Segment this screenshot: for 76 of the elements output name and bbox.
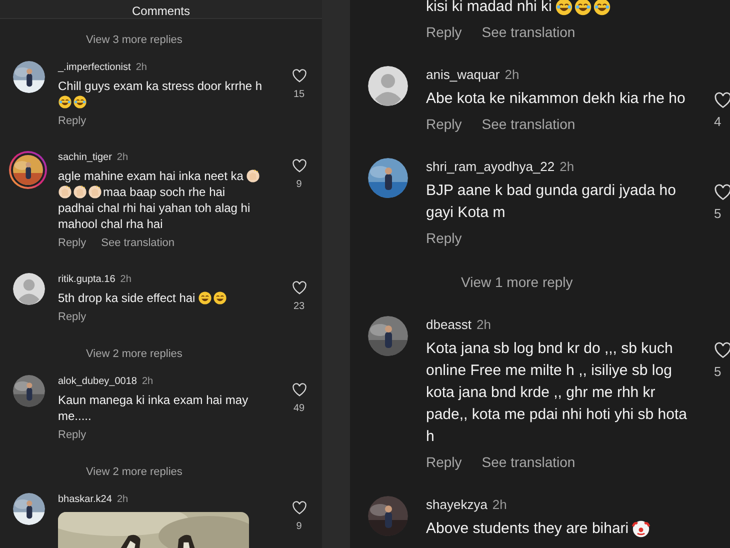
comment-text: BJP aane k bad gunda gardi jyada ho gayi Kota m <box>426 181 677 223</box>
view-replies-link[interactable]: View 2 more replies <box>86 465 182 479</box>
comment-text: Kota jana sb log bnd kr do ,,, sb kuch online Free me milte h ,, isiliye sb log kota jana bnd krde ,, ghr me rhh kr pade,, kota me pdai nhi hoti yhi sb hota h <box>426 339 687 447</box>
timestamp: 2h <box>136 61 147 75</box>
like-count: 4 <box>714 114 722 130</box>
heart-icon[interactable] <box>714 342 730 359</box>
comment-text: Kaun manega ki inka exam hai may me..... <box>58 392 250 424</box>
heart-icon[interactable] <box>292 69 306 83</box>
view-replies-link[interactable]: View 3 more replies <box>86 33 182 47</box>
translation-link[interactable]: See translation <box>101 236 175 250</box>
timestamp: 2h <box>116 493 128 507</box>
username[interactable]: shri_ram_ayodhya_22 <box>426 158 555 176</box>
comment-text: Above students they are bihari <box>426 519 629 539</box>
like-count: 5 <box>714 206 722 222</box>
comment-text: Chill guys exam ka stress door krrhe h <box>58 78 262 94</box>
timestamp: 2h <box>504 66 520 84</box>
reply-link[interactable]: Reply <box>58 236 86 250</box>
like-count: 15 <box>293 88 305 102</box>
like-count: 5 <box>714 364 722 380</box>
comment-text: Abe kota ke nikammon dekh kia rhe ho <box>426 89 686 109</box>
username[interactable]: _.imperfectionist <box>58 61 131 75</box>
timestamp: 2h <box>116 151 128 165</box>
like-count: 9 <box>296 178 302 192</box>
laughing-face-icon <box>574 0 592 16</box>
like-count: 23 <box>293 300 305 314</box>
timestamp: 2h <box>476 316 492 334</box>
reply-link[interactable]: Reply <box>426 114 462 134</box>
heart-icon[interactable] <box>714 184 730 201</box>
clapping-hands-icon <box>58 185 72 199</box>
laughing-face-icon <box>592 0 611 16</box>
reply-link[interactable]: Reply <box>426 228 462 248</box>
comment-text: 5th drop ka side effect hai <box>58 290 196 306</box>
sleepy-face-icon <box>198 291 212 305</box>
heart-icon[interactable] <box>714 92 730 109</box>
timestamp: 2h <box>492 496 507 514</box>
default-avatar-icon[interactable] <box>368 66 408 106</box>
username[interactable]: alok_dubey_0018 <box>58 375 137 389</box>
reply-link[interactable]: Reply <box>58 114 86 128</box>
comment-text: padhai chal rhi hai yahan toh alag hi mahool chal rha hai <box>58 200 252 232</box>
reply-link[interactable]: Reply <box>58 310 86 324</box>
like-count: 49 <box>293 402 305 416</box>
comment-text: kisi ki madad nhi ki <box>426 0 552 17</box>
grinning-face-icon <box>213 291 228 305</box>
username[interactable]: anis_waquar <box>426 66 500 84</box>
clapping-hands-icon <box>73 185 87 199</box>
timestamp: 2h <box>120 273 132 287</box>
reply-link[interactable]: Reply <box>426 452 462 472</box>
translation-link[interactable]: See translation <box>482 452 576 472</box>
username[interactable]: shayekzya <box>426 496 488 514</box>
header-title: Comments <box>132 4 190 18</box>
clapping-hands-icon <box>88 185 102 199</box>
view-replies-link[interactable]: View 1 more reply <box>461 272 573 292</box>
timestamp: 2h <box>142 375 154 389</box>
timestamp: 2h <box>560 158 574 176</box>
translation-link[interactable]: See translation <box>482 114 576 134</box>
like-count: 9 <box>296 520 302 534</box>
username[interactable]: sachin_tiger <box>58 151 112 165</box>
username[interactable]: bhaskar.k24 <box>58 493 112 507</box>
comment-text: agle mahine exam hai inka neet ka <box>58 168 244 184</box>
comment-text: maa baap soch rhe hai <box>103 184 226 200</box>
laughing-face-icon <box>73 95 87 109</box>
heart-icon[interactable] <box>292 159 306 173</box>
default-avatar-icon[interactable] <box>13 273 45 305</box>
laughing-face-icon <box>554 0 573 16</box>
username[interactable]: dbeasst <box>426 316 472 334</box>
clown-face-icon <box>632 520 650 538</box>
view-replies-link[interactable]: View 2 more replies <box>86 347 182 361</box>
translation-link[interactable]: See translation <box>482 22 576 42</box>
reply-link[interactable]: Reply <box>58 428 86 442</box>
reply-link[interactable]: Reply <box>426 22 462 42</box>
laughing-face-icon <box>58 95 72 109</box>
heart-icon[interactable] <box>292 281 306 295</box>
clapping-hands-icon <box>246 169 260 183</box>
username[interactable]: ritik.gupta.16 <box>58 273 116 287</box>
heart-icon[interactable] <box>292 501 306 515</box>
heart-icon[interactable] <box>292 383 306 397</box>
